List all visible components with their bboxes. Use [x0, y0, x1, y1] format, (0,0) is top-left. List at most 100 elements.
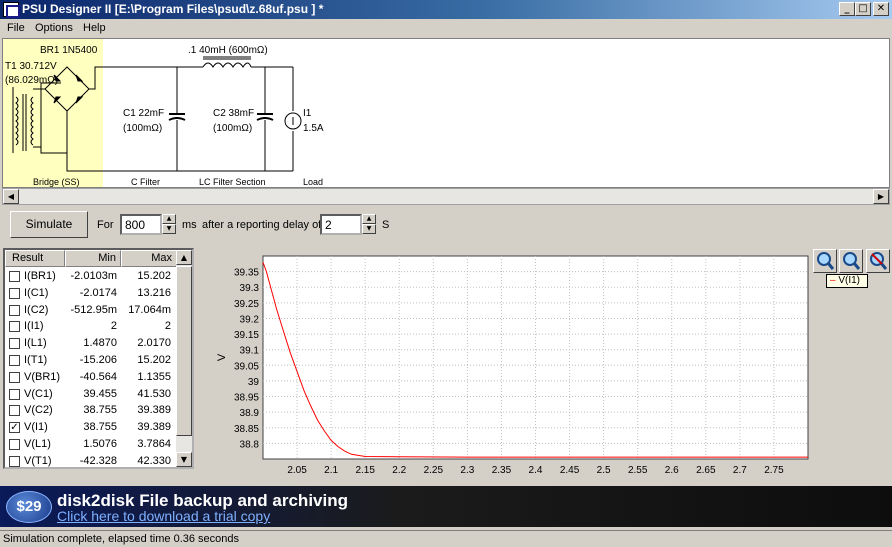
result-max: 39.389 — [137, 404, 171, 417]
capacitor-c2-symbol[interactable] — [256, 67, 274, 171]
load-value: 1.5A — [303, 123, 324, 134]
y-tick-label: 39.2 — [240, 314, 260, 325]
y-tick-label: 39.3 — [240, 283, 260, 294]
result-min: 1.5076 — [83, 438, 117, 450]
result-name: I(BR1) — [24, 270, 56, 282]
schematic-panel[interactable]: BR1 1N5400 T1 30.712V (86.029mΩ) .1 40mH… — [2, 38, 890, 188]
result-checkbox[interactable] — [9, 304, 20, 316]
menu-file[interactable]: File — [7, 22, 25, 34]
spin-up-icon[interactable]: ▲ — [162, 214, 176, 224]
app-icon[interactable] — [3, 2, 20, 18]
spin-down-icon[interactable]: ▼ — [162, 224, 176, 234]
menu-options[interactable]: Options — [35, 22, 73, 34]
table-row[interactable]: V(C2) 38.755 39.389 — [5, 402, 177, 419]
result-min: 2 — [110, 320, 117, 333]
result-max: 41.530 — [137, 387, 171, 400]
scroll-up-icon[interactable]: ▲ — [176, 250, 192, 265]
x-tick-label: 2.65 — [696, 465, 716, 476]
spin-up-icon[interactable]: ▲ — [362, 214, 376, 224]
load-label: I1 — [303, 108, 312, 119]
column-result[interactable]: Result — [5, 250, 65, 267]
spin-down-icon[interactable]: ▼ — [362, 224, 376, 234]
results-scrollbar[interactable]: ▲ ▼ — [176, 250, 192, 467]
x-tick-label: 2.7 — [733, 465, 747, 476]
table-row[interactable]: I(T1) -15.206 15.202 — [5, 352, 177, 369]
zoom-in-icon[interactable] — [813, 249, 837, 273]
table-row[interactable]: I(C1) -2.0174 13.216 — [5, 285, 177, 302]
result-name: V(L1) — [24, 438, 51, 450]
scroll-left-icon[interactable]: ◀ — [3, 189, 19, 204]
result-checkbox[interactable]: ✓ — [9, 422, 20, 434]
load-current-source-symbol[interactable] — [284, 67, 302, 171]
y-tick-label: 38.8 — [240, 439, 260, 450]
table-row[interactable]: I(C2) -512.95m 17.064m — [5, 302, 177, 319]
zoom-reset-icon[interactable] — [866, 249, 890, 273]
table-row[interactable]: V(C1) 39.455 41.530 — [5, 386, 177, 403]
x-tick-label: 2.3 — [460, 465, 474, 476]
x-tick-label: 2.45 — [560, 465, 580, 476]
duration-spinner[interactable]: ▲ ▼ — [162, 214, 176, 235]
simulate-button[interactable]: Simulate — [10, 211, 88, 238]
table-row[interactable]: V(T1) -42.328 42.330 — [5, 453, 177, 467]
result-checkbox[interactable] — [9, 439, 20, 450]
maximize-button[interactable]: □ — [855, 2, 871, 16]
result-name: V(C1) — [24, 387, 53, 400]
y-tick-label: 39.05 — [234, 361, 259, 372]
zoom-out-icon[interactable] — [839, 249, 863, 273]
ad-banner[interactable]: $29 disk2disk File backup and archiving … — [0, 486, 892, 527]
result-name: I(C1) — [24, 286, 49, 299]
status-bar: Simulation complete, elapsed time 0.36 s… — [0, 530, 892, 547]
y-axis-label: V — [216, 353, 228, 361]
result-checkbox[interactable] — [9, 338, 20, 350]
result-checkbox[interactable] — [9, 355, 20, 366]
s-unit-label: S — [382, 219, 390, 231]
scroll-right-icon[interactable]: ▶ — [873, 189, 889, 204]
result-checkbox[interactable] — [9, 287, 20, 299]
duration-input[interactable]: 800 — [120, 214, 162, 235]
schematic-scrollbar[interactable]: ◀ ▶ — [2, 188, 890, 205]
table-row[interactable]: V(L1) 1.5076 3.7864 — [5, 436, 177, 453]
x-tick-label: 2.75 — [764, 465, 784, 476]
result-max: 1.1355 — [137, 370, 171, 383]
table-row[interactable]: I(L1) 1.4870 2.0170 — [5, 335, 177, 352]
result-checkbox[interactable] — [9, 321, 20, 333]
section-bridge: Bridge (SS) — [33, 177, 80, 187]
x-tick-label: 2.55 — [628, 465, 648, 476]
close-button[interactable]: ✕ — [873, 2, 889, 16]
table-row[interactable]: I(BR1) -2.0103m 15.202 — [5, 268, 177, 285]
section-lc-filter: LC Filter Section — [199, 177, 266, 187]
result-name: I(I1) — [24, 320, 44, 333]
result-name: V(C2) — [24, 404, 53, 417]
result-checkbox[interactable] — [9, 405, 20, 417]
delay-input[interactable]: 2 — [320, 214, 362, 235]
capacitor-c1-symbol[interactable] — [168, 67, 186, 171]
scroll-thumb[interactable] — [176, 266, 192, 436]
result-max: 2 — [164, 320, 171, 333]
x-tick-label: 2.6 — [665, 465, 679, 476]
scroll-down-icon[interactable]: ▼ — [176, 452, 192, 467]
result-max: 15.202 — [137, 270, 171, 282]
table-row[interactable]: V(BR1) -40.564 1.1355 — [5, 369, 177, 386]
result-name: I(C2) — [24, 303, 49, 316]
ad-download-link[interactable]: Click here to download a trial copy — [57, 508, 270, 524]
column-min[interactable]: Min — [65, 250, 121, 267]
y-tick-label: 39.25 — [234, 299, 259, 310]
minimize-button[interactable]: _ — [839, 2, 855, 16]
menu-help[interactable]: Help — [83, 22, 106, 34]
result-checkbox[interactable] — [9, 455, 20, 467]
y-tick-label: 38.9 — [240, 408, 260, 419]
x-tick-label: 2.4 — [529, 465, 543, 476]
table-row[interactable]: ✓ V(I1) 38.755 39.389 — [5, 419, 177, 436]
waveform-chart[interactable]: 39.35 39.3 39.25 39.2 39.15 39.1 39.05 39 38.95 3… — [195, 248, 892, 483]
delay-spinner[interactable]: ▲ ▼ — [362, 214, 376, 235]
result-checkbox[interactable] — [9, 388, 20, 400]
x-tick-label: 2.35 — [492, 465, 512, 476]
results-table[interactable]: Result Min Max I(BR1) -2.0103m 15.202 I(C1)… — [3, 248, 194, 469]
column-max[interactable]: Max — [121, 250, 177, 267]
c1-resistance: (100mΩ) — [123, 123, 162, 134]
table-row[interactable]: I(I1) 2 2 — [5, 318, 177, 335]
result-checkbox[interactable] — [9, 271, 20, 282]
result-min: -40.564 — [79, 370, 117, 383]
result-checkbox[interactable] — [9, 371, 20, 383]
bridge-label: BR1 1N5400 — [40, 45, 98, 56]
